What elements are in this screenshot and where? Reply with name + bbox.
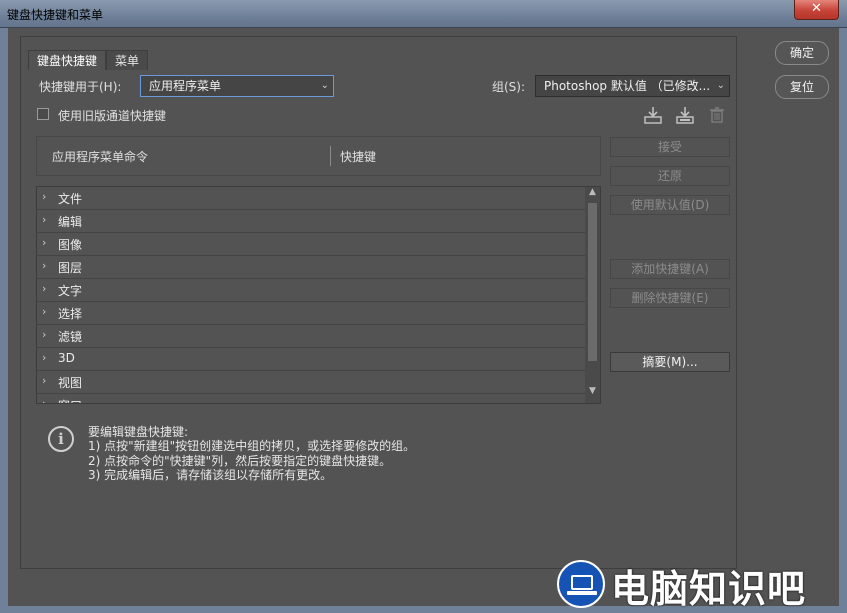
tab-menus[interactable]: 菜单 [106,50,149,70]
info-step-3: 3) 完成编辑后，请存储该组以存储所有更改。 [88,468,333,482]
chevron-right-icon[interactable]: › [42,374,46,387]
laptop-icon [571,575,593,590]
watermark-logo [557,560,605,608]
legacy-channel-label: 使用旧版通道快捷键 [58,109,167,123]
shortcut-for-value: 应用程序菜单 [149,79,222,93]
chevron-right-icon[interactable]: › [42,328,46,341]
list-item-label: 图层 [58,261,83,275]
list-scrollbar[interactable]: ▲ ▼ [585,187,600,403]
list-item-label: 图像 [58,238,83,252]
chevron-up-icon[interactable]: ▲ [585,187,600,202]
save-set-icon[interactable] [643,105,663,125]
scrollbar-thumb[interactable] [588,203,597,361]
reset-button[interactable]: 复位 [775,75,829,99]
menu-command-list: › 文件 › 编辑 › 图像 › 图层 › 文字 › 选择 › 滤镜 › 3D … [36,186,601,404]
chevron-right-icon[interactable]: › [42,305,46,318]
chevron-down-icon[interactable]: ▼ [585,386,600,401]
group-value: Photoshop 默认值 （已修改... [544,79,711,93]
chevron-right-icon[interactable]: › [42,190,46,203]
list-item[interactable]: › 图像 [37,233,585,256]
list-item-label: 选择 [58,307,83,321]
chevron-right-icon[interactable]: › [42,282,46,295]
list-item-label: 3D [58,351,75,365]
legacy-channel-checkbox[interactable] [37,108,49,120]
delete-shortcut-button[interactable]: 删除快捷键(E) [610,288,730,308]
list-item[interactable]: › 编辑 [37,210,585,233]
group-select[interactable]: Photoshop 默认值 （已修改... ⌄ [535,75,730,97]
list-item-label: 视图 [58,376,83,390]
chevron-down-icon: ⌄ [716,80,725,91]
chevron-right-icon[interactable]: › [42,397,46,403]
list-item-label: 文件 [58,192,83,206]
column-separator[interactable] [330,146,331,166]
list-item[interactable]: › 滤镜 [37,325,585,348]
chevron-down-icon: ⌄ [320,80,329,91]
window-titlebar[interactable]: 键盘快捷键和菜单 [0,0,847,28]
list-item[interactable]: › 文字 [37,279,585,302]
chevron-right-icon[interactable]: › [42,213,46,226]
shortcut-for-select[interactable]: 应用程序菜单 ⌄ [140,75,334,97]
column-header-command[interactable]: 应用程序菜单命令 [52,148,148,165]
close-icon: ✕ [811,1,822,16]
list-item-label: 滤镜 [58,330,83,344]
accept-button[interactable]: 接受 [610,137,730,157]
save-set-as-icon[interactable] [675,105,695,125]
list-item[interactable]: › 窗口 [37,394,585,403]
list-item[interactable]: › 视图 [37,371,585,394]
laptop-base [567,591,597,595]
window-close-button[interactable]: ✕ [794,0,839,20]
chevron-right-icon[interactable]: › [42,351,46,364]
window-frame-right [839,28,847,613]
list-item[interactable]: › 文件 [37,187,585,210]
window-title: 键盘快捷键和菜单 [7,8,104,22]
tab-bar: 键盘快捷键 菜单 [28,50,149,70]
tab-keyboard-shortcuts[interactable]: 键盘快捷键 [28,50,107,70]
list-item-label: 编辑 [58,215,83,229]
summarize-button[interactable]: 摘要(M)... [610,352,730,372]
chevron-right-icon[interactable]: › [42,259,46,272]
use-default-button[interactable]: 使用默认值(D) [610,195,730,215]
window-frame-left [0,28,8,613]
chevron-right-icon[interactable]: › [42,236,46,249]
group-label: 组(S): [492,80,526,94]
info-icon: i [48,426,74,452]
add-shortcut-button[interactable]: 添加快捷键(A) [610,259,730,279]
watermark-text: 电脑知识吧 [611,567,807,611]
ok-button[interactable]: 确定 [775,41,829,65]
list-item[interactable]: › 图层 [37,256,585,279]
delete-set-icon[interactable] [707,105,727,125]
list-item[interactable]: › 选择 [37,302,585,325]
list-item-label: 窗口 [58,397,82,403]
list-header: 应用程序菜单命令 快捷键 [36,136,601,176]
undo-button[interactable]: 还原 [610,166,730,186]
column-header-shortcut[interactable]: 快捷键 [340,148,376,165]
shortcut-for-label: 快捷键用于(H): [39,80,122,94]
list-item-label: 文字 [58,284,83,298]
list-item[interactable]: › 3D [37,348,585,371]
